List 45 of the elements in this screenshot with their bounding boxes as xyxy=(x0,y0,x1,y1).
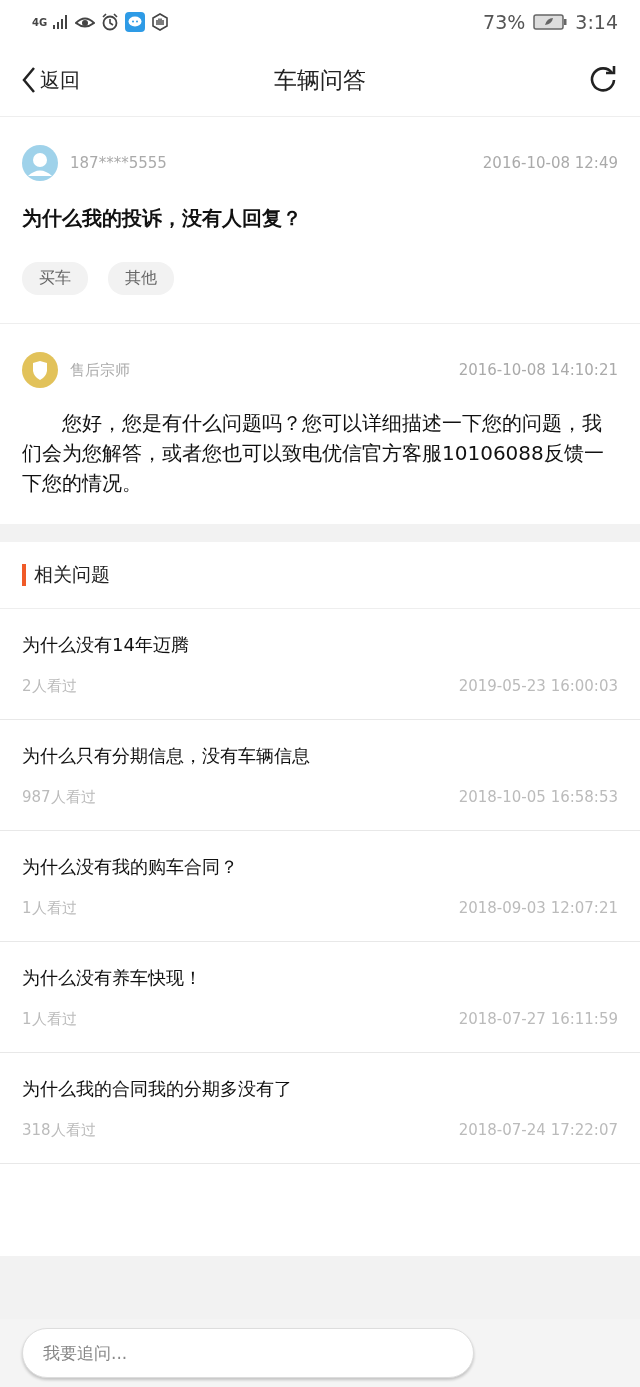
alarm-icon xyxy=(101,13,120,31)
signal-icon xyxy=(53,15,70,29)
accent-bar xyxy=(22,564,26,586)
eye-icon xyxy=(75,15,96,29)
related-question-title: 为什么我的合同我的分期多没有了 xyxy=(22,1076,293,1101)
section-title: 相关问题 xyxy=(34,562,110,587)
question-time: 2018-07-27 16:11:59 xyxy=(458,1009,618,1029)
view-count: 1人看过 xyxy=(22,1009,77,1029)
question-time: 2018-07-24 17:22:07 xyxy=(458,1120,618,1140)
chevron-left-icon xyxy=(22,67,36,93)
chat-app-icon xyxy=(125,12,146,32)
author-name: 售后宗师 xyxy=(70,360,130,380)
question-time: 2018-10-05 16:58:53 xyxy=(458,787,618,807)
related-question-item[interactable]: 为什么没有14年迈腾 2人看过 2019-05-23 16:00:03 xyxy=(0,609,640,720)
battery-icon xyxy=(533,14,568,30)
back-button[interactable]: 返回 xyxy=(22,66,80,94)
related-question-title: 为什么没有我的购车合同？ xyxy=(22,854,239,879)
answer-time: 2016-10-08 14:10:21 xyxy=(458,361,618,379)
shield-avatar-icon xyxy=(22,352,58,388)
view-count: 318人看过 xyxy=(22,1120,96,1140)
related-question-item[interactable]: 为什么只有分期信息，没有车辆信息 987人看过 2018-10-05 16:58:53 xyxy=(0,720,640,831)
refresh-icon[interactable] xyxy=(588,65,618,95)
page-title: 车辆问答 xyxy=(274,65,366,95)
network-label: 4G xyxy=(32,16,48,28)
question-time: 2018-09-03 12:07:21 xyxy=(458,898,618,918)
related-question-title: 为什么只有分期信息，没有车辆信息 xyxy=(22,743,311,768)
related-question-title: 为什么没有14年迈腾 xyxy=(22,632,190,657)
question-title: 为什么我的投诉，没有人回复？ xyxy=(22,205,303,232)
related-question-item[interactable]: 为什么没有我的购车合同？ 1人看过 2018-09-03 12:07:21 xyxy=(0,831,640,942)
answer-text: 您好，您是有什么问题吗？您可以详细描述一下您的问题，我们会为您解答，或者您也可以致电优信官方客服10106088反馈一下您的情况。 xyxy=(22,410,605,497)
question-time: 2016-10-08 12:49 xyxy=(482,154,618,172)
battery-percent: 73% xyxy=(483,11,526,33)
view-count: 1人看过 xyxy=(22,898,77,918)
user-name: 187****5555 xyxy=(70,154,167,172)
tag-chip[interactable]: 买车 xyxy=(22,262,88,295)
view-count: 2人看过 xyxy=(22,676,77,696)
follow-up-input[interactable]: 我要追问... xyxy=(22,1328,474,1378)
related-question-title: 为什么没有养车快现！ xyxy=(22,965,203,990)
view-count: 987人看过 xyxy=(22,787,96,807)
related-question-item[interactable]: 为什么我的合同我的分期多没有了 318人看过 2018-07-24 17:22:07 xyxy=(0,1053,640,1164)
avatar-icon xyxy=(22,145,58,181)
question-time: 2019-05-23 16:00:03 xyxy=(458,676,618,696)
tag-chip[interactable]: 其他 xyxy=(108,262,174,295)
related-question-item[interactable]: 为什么没有养车快现！ 1人看过 2018-07-27 16:11:59 xyxy=(0,942,640,1053)
clock-time: 3:14 xyxy=(575,11,618,33)
